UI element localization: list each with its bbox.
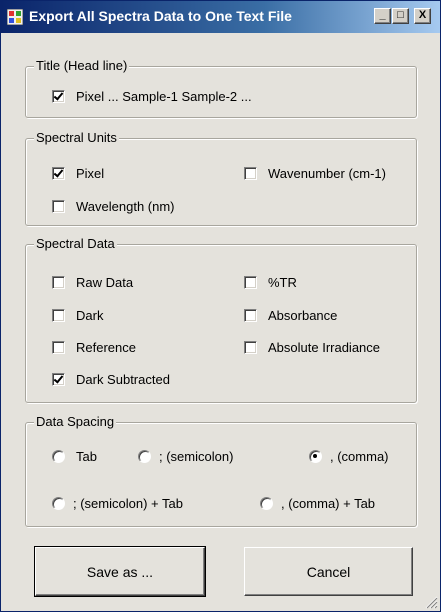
title-group: Title (Head line) Pixel ... Sample-1 Sam… [25,58,417,118]
checkbox-unit-wavelength-label: Wavelength (nm) [76,198,175,214]
minimize-icon: _ [379,9,386,21]
radio-semicolon-tab-label: ; (semicolon) + Tab [73,495,183,511]
checkbox-unit-wavenumber-box[interactable] [244,166,257,180]
data-spacing-group: Data Spacing Tab ; (semicolon) , (comma)… [25,414,417,527]
checkbox-unit-pixel-label: Pixel [76,165,105,181]
radio-comma-tab[interactable]: , (comma) + Tab [260,494,375,512]
maximize-icon: □ [397,9,404,21]
checkbox-raw-data[interactable]: Raw Data [52,273,133,291]
radio-tab-circle[interactable] [52,449,65,463]
title-group-label: Title (Head line) [34,58,130,73]
checkbox-percent-tr-box[interactable] [244,275,257,289]
radio-comma-label: , (comma) [330,448,389,464]
data-spacing-label: Data Spacing [34,414,117,429]
checkbox-dark-subtracted[interactable]: Dark Subtracted [52,370,170,388]
spectral-units-label: Spectral Units [34,130,119,145]
radio-comma-tab-circle[interactable] [260,496,273,510]
checkbox-dark[interactable]: Dark [52,306,103,324]
radio-comma[interactable]: , (comma) [309,447,389,465]
checkbox-head-line[interactable]: Pixel ... Sample-1 Sample-2 ... [52,87,252,105]
checkbox-unit-wavenumber-label: Wavenumber (cm-1) [268,165,386,181]
checkbox-unit-pixel-box[interactable] [52,166,65,180]
spectral-units-group: Spectral Units Pixel Wavenumber (cm-1) W… [25,130,417,226]
window-title: Export All Spectra Data to One Text File [29,8,292,24]
checkbox-dark-label: Dark [76,307,104,323]
radio-comma-circle[interactable] [309,449,322,463]
radio-semicolon-tab[interactable]: ; (semicolon) + Tab [52,494,183,512]
resize-grip-icon[interactable] [424,595,438,609]
checkbox-unit-wavelength[interactable]: Wavelength (nm) [52,197,175,215]
spectral-data-label: Spectral Data [34,236,117,251]
checkbox-reference-box[interactable] [52,340,65,354]
checkbox-unit-wavenumber[interactable]: Wavenumber (cm-1) [244,164,386,182]
cancel-button[interactable]: Cancel [244,547,413,596]
checkbox-raw-data-label: Raw Data [76,274,134,290]
minimize-button[interactable]: _ [374,8,391,24]
checkbox-absolute-irradiance-box[interactable] [244,340,257,354]
save-as-button[interactable]: Save as ... [34,546,206,597]
radio-semicolon[interactable]: ; (semicolon) [138,447,233,465]
checkbox-head-line-box[interactable] [52,89,65,103]
checkbox-unit-pixel[interactable]: Pixel [52,164,104,182]
radio-semicolon-circle[interactable] [138,449,151,463]
maximize-button[interactable]: □ [392,8,409,24]
close-icon: X [418,9,427,21]
radio-comma-tab-label: , (comma) + Tab [281,495,376,511]
checkbox-reference-label: Reference [76,339,136,355]
app-icon [7,9,23,25]
radio-semicolon-tab-circle[interactable] [52,496,65,510]
radio-semicolon-label: ; (semicolon) [159,448,234,464]
radio-tab[interactable]: Tab [52,447,97,465]
checkbox-percent-tr-label: %TR [268,274,297,290]
checkbox-unit-wavelength-box[interactable] [52,199,65,213]
checkbox-percent-tr[interactable]: %TR [244,273,297,291]
checkbox-raw-data-box[interactable] [52,275,65,289]
close-button[interactable]: X [414,8,431,24]
export-dialog: Export All Spectra Data to One Text File… [0,0,441,612]
checkbox-head-line-label: Pixel ... Sample-1 Sample-2 ... [76,88,252,104]
spectral-data-group: Spectral Data Raw Data %TR Dark Absorban… [25,236,417,403]
checkbox-dark-box[interactable] [52,308,65,322]
checkbox-dark-subtracted-box[interactable] [52,372,65,386]
checkbox-absorbance-box[interactable] [244,308,257,322]
checkbox-absolute-irradiance-label: Absolute Irradiance [268,339,381,355]
checkbox-reference[interactable]: Reference [52,338,136,356]
checkbox-absorbance-label: Absorbance [268,307,338,323]
checkbox-absolute-irradiance[interactable]: Absolute Irradiance [244,338,380,356]
checkbox-absorbance[interactable]: Absorbance [244,306,337,324]
radio-tab-label: Tab [76,448,97,464]
checkbox-dark-subtracted-label: Dark Subtracted [76,371,170,387]
title-bar[interactable]: Export All Spectra Data to One Text File… [1,1,440,33]
